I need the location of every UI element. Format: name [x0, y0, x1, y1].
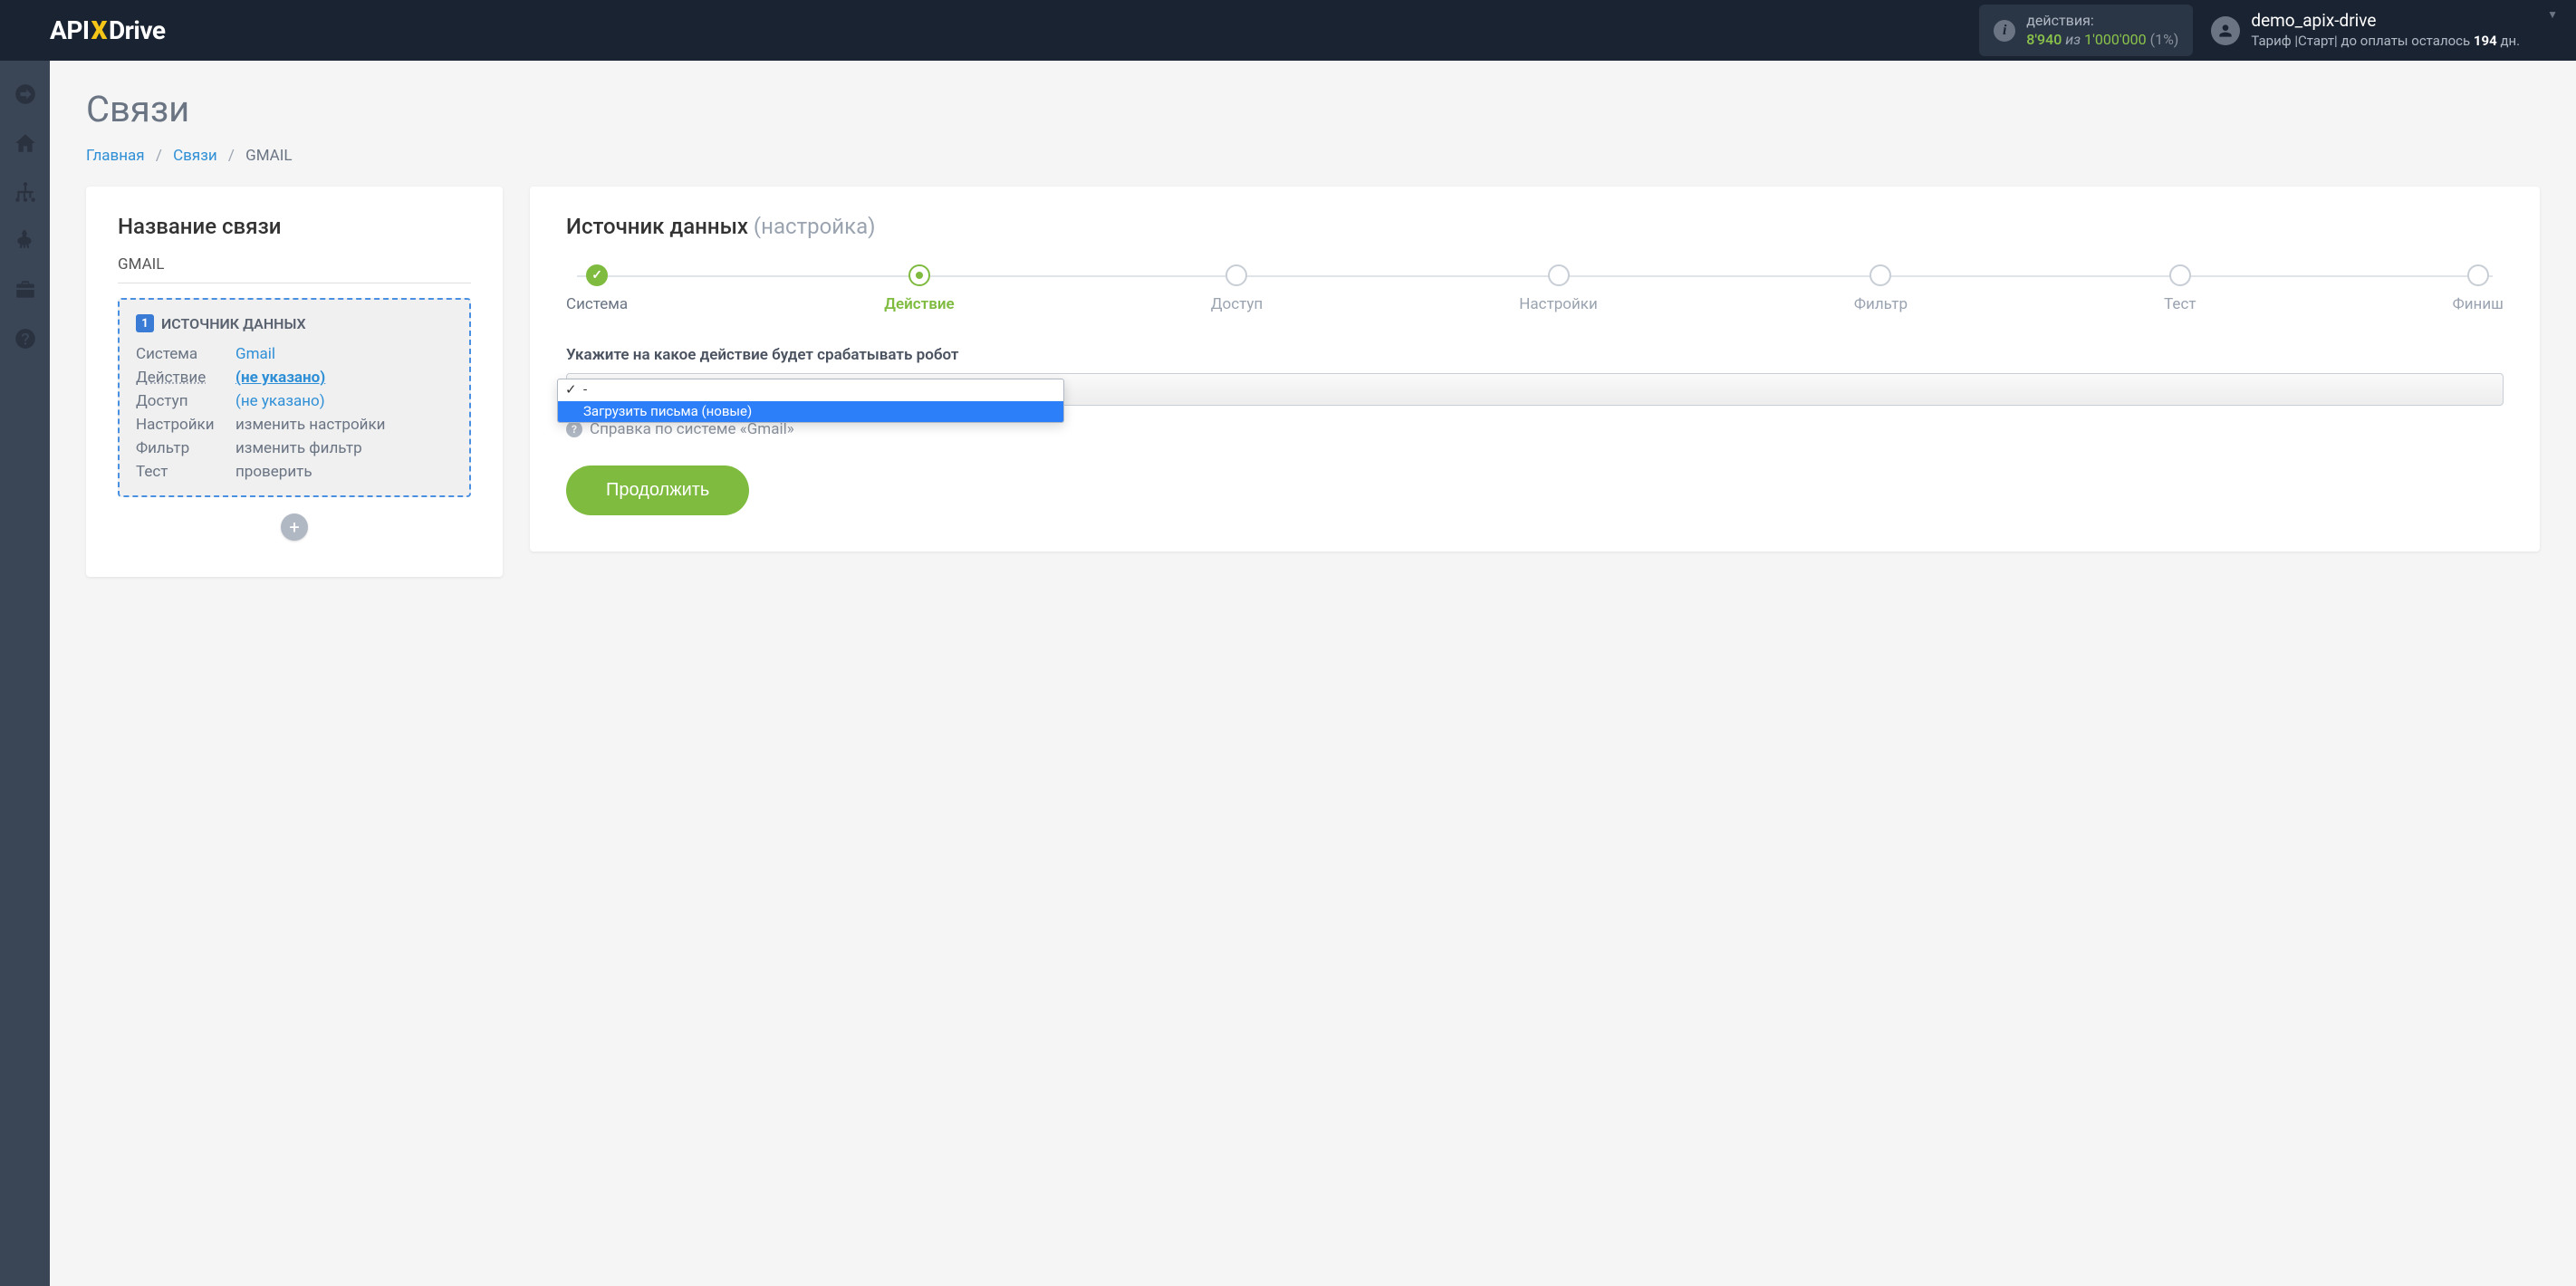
- rail-signout-icon[interactable]: [0, 72, 50, 117]
- breadcrumb-current: GMAIL: [245, 147, 292, 165]
- step-dot-icon: [2467, 264, 2489, 286]
- step-system[interactable]: Система: [566, 264, 628, 313]
- row-action-label: Действие: [136, 369, 235, 387]
- rail-home-icon[interactable]: [0, 120, 50, 166]
- step-dot-icon: [1226, 264, 1247, 286]
- left-rail: [0, 61, 50, 1286]
- action-field-label: Укажите на какое действие будет срабатыв…: [566, 346, 2504, 364]
- logo-api: API: [50, 15, 90, 45]
- step-dot-icon: [2169, 264, 2191, 286]
- action-select[interactable]: - Загрузить письма (новые): [566, 373, 2504, 406]
- header-actions: i действия: 8'940 из 1'000'000 (1%) demo…: [1979, 5, 2558, 57]
- panel-data-source: Источник данных (настройка) Система Дейс…: [530, 187, 2540, 552]
- actions-of: из: [2065, 31, 2081, 48]
- breadcrumb: Главная / Связи / GMAIL: [86, 147, 2540, 165]
- row-filter-label: Фильтр: [136, 439, 235, 457]
- source-box: 1 ИСТОЧНИК ДАННЫХ Система Gmail Действие…: [118, 298, 471, 497]
- help-text: Справка по системе «Gmail»: [590, 420, 794, 438]
- rail-connections-icon[interactable]: [0, 169, 50, 215]
- main-content: Связи Главная / Связи / GMAIL Название с…: [50, 61, 2576, 604]
- row-settings-label: Настройки: [136, 416, 235, 434]
- row-system-label: Система: [136, 345, 235, 363]
- source-header: 1 ИСТОЧНИК ДАННЫХ: [136, 314, 453, 332]
- source-title: ИСТОЧНИК ДАННЫХ: [161, 315, 306, 332]
- caret-down-icon[interactable]: ▼: [2547, 5, 2558, 21]
- breadcrumb-home[interactable]: Главная: [86, 147, 145, 165]
- step-dot-done-icon: [586, 264, 608, 286]
- info-icon: i: [1994, 20, 2015, 42]
- step-dot-active-icon: [908, 264, 930, 286]
- step-dot-icon: [1548, 264, 1570, 286]
- panel-connection-name: Название связи GMAIL 1 ИСТОЧНИК ДАННЫХ С…: [86, 187, 503, 577]
- help-link[interactable]: ? Справка по системе «Gmail»: [566, 420, 2504, 438]
- actions-count: 8'940: [2026, 31, 2062, 48]
- row-filter-value[interactable]: изменить фильтр: [235, 439, 453, 457]
- row-test-label: Тест: [136, 463, 235, 481]
- rail-help-icon[interactable]: [0, 316, 50, 361]
- user-icon: [2211, 16, 2240, 45]
- page-title: Связи: [86, 88, 2540, 130]
- user-name: demo_apix-drive: [2251, 10, 2520, 33]
- user-plan: Тариф |Старт| до оплаты осталось 194 дн.: [2251, 33, 2520, 51]
- row-access-value[interactable]: (не указано): [235, 392, 453, 410]
- actions-pct: (1%): [2150, 31, 2179, 48]
- top-header: API X Drive i действия: 8'940 из 1'000'0…: [0, 0, 2576, 61]
- step-action[interactable]: Действие: [884, 264, 954, 313]
- row-test-value[interactable]: проверить: [235, 463, 453, 481]
- actions-total: 1'000'000: [2084, 31, 2147, 48]
- user-box[interactable]: demo_apix-drive Тариф |Старт| до оплаты …: [2211, 10, 2520, 50]
- action-dropdown: - Загрузить письма (новые): [557, 379, 1064, 423]
- left-panel-title: Название связи: [118, 214, 471, 239]
- row-access-label: Доступ: [136, 392, 235, 410]
- source-badge: 1: [136, 314, 154, 332]
- rail-billing-icon[interactable]: [0, 218, 50, 264]
- dropdown-option-empty[interactable]: -: [558, 379, 1063, 401]
- step-finish[interactable]: Финиш: [2453, 264, 2504, 313]
- breadcrumb-links[interactable]: Связи: [173, 147, 217, 165]
- actions-text: действия: 8'940 из 1'000'000 (1%): [2026, 12, 2178, 50]
- step-settings[interactable]: Настройки: [1519, 264, 1598, 313]
- logo-x: X: [91, 15, 107, 45]
- question-icon: ?: [566, 421, 582, 437]
- right-panel-title: Источник данных (настройка): [566, 214, 2504, 239]
- row-action-value[interactable]: (не указано): [235, 369, 453, 387]
- step-test[interactable]: Тест: [2164, 264, 2196, 313]
- row-settings-value[interactable]: изменить настройки: [235, 416, 453, 434]
- user-text: demo_apix-drive Тариф |Старт| до оплаты …: [2251, 10, 2520, 50]
- logo[interactable]: API X Drive: [50, 15, 165, 45]
- row-system-value[interactable]: Gmail: [235, 345, 453, 363]
- dropdown-option-load-new[interactable]: Загрузить письма (новые): [558, 401, 1063, 423]
- actions-box[interactable]: i действия: 8'940 из 1'000'000 (1%): [1979, 5, 2193, 57]
- steps-bar: Система Действие Доступ Настройки Фильтр: [566, 264, 2504, 313]
- rail-briefcase-icon[interactable]: [0, 267, 50, 312]
- step-access[interactable]: Доступ: [1211, 264, 1264, 313]
- connection-name-input[interactable]: GMAIL: [118, 255, 471, 283]
- step-filter[interactable]: Фильтр: [1854, 264, 1908, 313]
- logo-drive: Drive: [109, 15, 165, 45]
- continue-button[interactable]: Продолжить: [566, 465, 749, 515]
- actions-label: действия:: [2026, 12, 2178, 31]
- add-step-button[interactable]: +: [281, 513, 308, 541]
- step-dot-icon: [1870, 264, 1891, 286]
